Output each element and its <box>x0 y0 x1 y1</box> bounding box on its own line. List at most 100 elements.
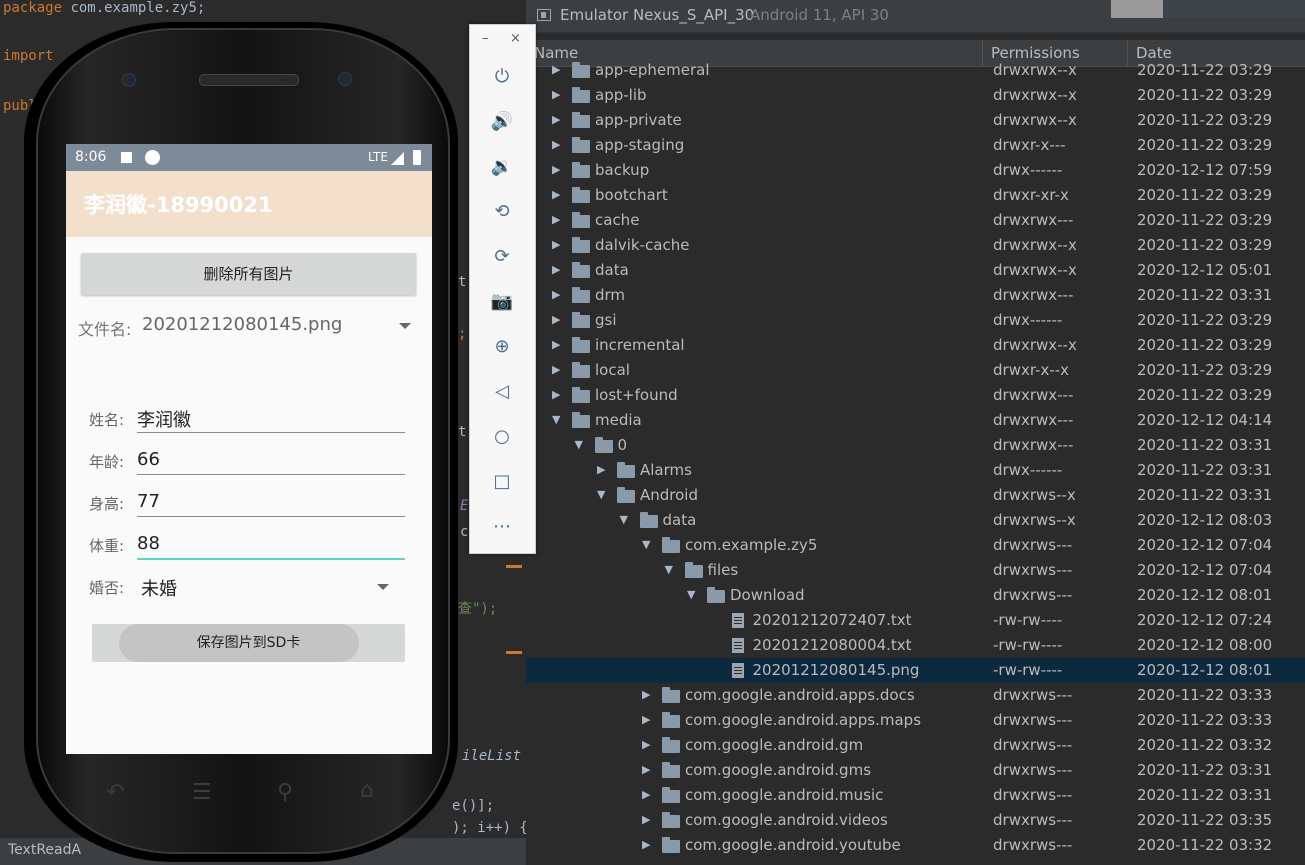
expand-arrow-icon[interactable]: ▶ <box>642 838 650 851</box>
search-key-icon[interactable]: ⚲ <box>277 780 293 805</box>
folder-row[interactable]: ▶ app-lib drwxrwx--x 2020-11-22 03:29 <box>526 83 1305 108</box>
age-input[interactable]: 66 <box>137 449 160 470</box>
expand-arrow-icon[interactable]: ▶ <box>552 163 560 176</box>
folder-row[interactable]: ▼ data drwxrws--x 2020-12-12 08:03 <box>526 508 1305 533</box>
power-icon[interactable]: ⏻ <box>490 65 514 89</box>
expand-arrow-icon[interactable]: ▶ <box>552 338 560 351</box>
folder-row[interactable]: ▼ com.example.zy5 drwxrws--- 2020-12-12 07:… <box>526 533 1305 558</box>
folder-row[interactable]: ▶ lost+found drwxrwx--- 2020-11-22 03:29 <box>526 383 1305 408</box>
folder-row[interactable]: ▶ com.google.android.gm drwxrws--- 2020-11-… <box>526 733 1305 758</box>
file-name: app-ephemeral <box>595 61 710 79</box>
expand-arrow-icon[interactable]: ▶ <box>597 463 605 476</box>
signal-icon <box>391 152 404 165</box>
earpiece-speaker <box>199 74 299 86</box>
rotate-right-icon[interactable]: ⟳ <box>490 245 514 269</box>
folder-row[interactable]: ▶ app-private drwxrwx--x 2020-11-22 03:29 <box>526 108 1305 133</box>
expand-arrow-icon[interactable]: ▶ <box>552 138 560 151</box>
expand-arrow-icon[interactable]: ▶ <box>642 788 650 801</box>
expand-arrow-icon[interactable]: ▶ <box>642 688 650 701</box>
collapse-arrow-icon[interactable]: ▼ <box>665 563 673 576</box>
input-underline-focused <box>137 558 405 560</box>
folder-row[interactable]: ▶ backup drwx------ 2020-12-12 07:59 <box>526 158 1305 183</box>
expand-arrow-icon[interactable]: ▶ <box>552 88 560 101</box>
file-date: 2020-11-22 03:31 <box>1137 761 1273 779</box>
folder-row[interactable]: ▶ data drwxrwx--x 2020-12-12 05:01 <box>526 258 1305 283</box>
expand-arrow-icon[interactable]: ▶ <box>642 713 650 726</box>
rotate-left-icon[interactable]: ⟲ <box>490 200 514 224</box>
back-key-icon[interactable]: ↶ <box>106 780 124 805</box>
notification-icon <box>145 150 160 165</box>
expand-arrow-icon[interactable]: ▶ <box>552 313 560 326</box>
folder-row[interactable]: ▼ media drwxrwx--- 2020-12-12 04:14 <box>526 408 1305 433</box>
file-date: 2020-11-22 03:29 <box>1137 61 1273 79</box>
home-key-icon[interactable]: ⌂ <box>360 778 374 803</box>
folder-row[interactable]: ▶ com.google.android.apps.maps drwxrws--- 2… <box>526 708 1305 733</box>
collapse-arrow-icon[interactable]: ▼ <box>620 513 628 526</box>
collapse-arrow-icon[interactable]: ▼ <box>575 438 583 451</box>
file-name: Alarms <box>640 461 692 479</box>
file-permissions: drwxrws--x <box>993 511 1076 529</box>
weight-label: 体重: <box>89 537 125 555</box>
expand-arrow-icon[interactable]: ▶ <box>552 213 560 226</box>
folder-row[interactable]: ▶ com.google.android.youtube drwxrws--- 202… <box>526 833 1305 858</box>
file-row[interactable]: 20201212080004.txt -rw-rw---- 2020-12-12 0… <box>526 633 1305 658</box>
expand-arrow-icon[interactable]: ▶ <box>552 188 560 201</box>
folder-row[interactable]: ▼ files drwxrws--- 2020-12-12 07:04 <box>526 558 1305 583</box>
folder-row[interactable]: ▶ drm drwxrwx--- 2020-11-22 03:31 <box>526 283 1305 308</box>
expand-arrow-icon[interactable]: ▶ <box>552 238 560 251</box>
file-date: 2020-11-22 03:29 <box>1137 186 1273 204</box>
close-button[interactable]: × <box>510 31 521 46</box>
folder-row[interactable]: ▶ local drwxr-x--x 2020-11-22 03:29 <box>526 358 1305 383</box>
expand-arrow-icon[interactable]: ▶ <box>642 738 650 751</box>
folder-row[interactable]: ▶ bootchart drwxr-xr-x 2020-11-22 03:29 <box>526 183 1305 208</box>
minimize-button[interactable]: – <box>482 31 489 46</box>
overview-icon[interactable]: □ <box>490 470 514 494</box>
folder-row[interactable]: ▼ Download drwxrws--- 2020-12-12 08:01 <box>526 583 1305 608</box>
volume-up-icon[interactable]: 🔊 <box>490 110 514 134</box>
delete-all-images-button[interactable]: 删除所有图片 <box>81 253 416 295</box>
folder-row[interactable]: ▶ incremental drwxrwx--x 2020-11-22 03:29 <box>526 333 1305 358</box>
save-image-to-sd-button[interactable]: 保存图片到SD卡 <box>92 624 405 662</box>
collapse-arrow-icon[interactable]: ▼ <box>552 413 560 426</box>
back-icon[interactable]: ◁ <box>490 380 514 404</box>
collapse-arrow-icon[interactable]: ▼ <box>597 488 605 501</box>
expand-arrow-icon[interactable]: ▶ <box>552 388 560 401</box>
folder-row[interactable]: ▼ Android drwxrws--x 2020-11-22 03:31 <box>526 483 1305 508</box>
folder-icon <box>662 537 680 553</box>
expand-arrow-icon[interactable]: ▶ <box>552 363 560 376</box>
expand-arrow-icon[interactable]: ▶ <box>642 763 650 776</box>
folder-row[interactable]: ▶ com.google.android.videos drwxrws--- 2020… <box>526 808 1305 833</box>
folder-row[interactable]: ▶ dalvik-cache drwxrwx--x 2020-11-22 03:29 <box>526 233 1305 258</box>
expand-arrow-icon[interactable]: ▶ <box>552 288 560 301</box>
folder-row[interactable]: ▶ com.google.android.gms drwxrws--- 2020-11… <box>526 758 1305 783</box>
height-input[interactable]: 77 <box>137 491 160 512</box>
expand-arrow-icon[interactable]: ▶ <box>642 813 650 826</box>
folder-row[interactable]: ▼ 0 drwxrwx--- 2020-11-22 03:31 <box>526 433 1305 458</box>
folder-icon <box>617 487 635 503</box>
home-icon[interactable]: ○ <box>490 425 514 449</box>
expand-arrow-icon[interactable]: ▶ <box>552 113 560 126</box>
file-row[interactable]: 20201212072407.txt -rw-rw---- 2020-12-12 0… <box>526 608 1305 633</box>
folder-row[interactable]: ▶ Alarms drwx------ 2020-11-22 03:31 <box>526 458 1305 483</box>
menu-key-icon[interactable]: ☰ <box>192 780 212 805</box>
name-input[interactable]: 李润徽 <box>137 406 191 432</box>
folder-row[interactable]: ▶ com.google.android.music drwxrws--- 2020-… <box>526 783 1305 808</box>
volume-down-icon[interactable]: 🔉 <box>490 155 514 179</box>
expand-arrow-icon[interactable]: ▶ <box>552 263 560 276</box>
more-icon[interactable]: ⋯ <box>490 515 514 539</box>
collapse-arrow-icon[interactable]: ▼ <box>687 588 695 601</box>
folder-row[interactable]: ▶ app-ephemeral drwxrwx--x 2020-11-22 03:29 <box>526 58 1305 83</box>
camera-icon[interactable]: 📷 <box>490 290 514 314</box>
weight-input[interactable]: 88 <box>137 533 160 554</box>
folder-row[interactable]: ▶ cache drwxrwx--- 2020-11-22 03:29 <box>526 208 1305 233</box>
file-row[interactable]: 20201212080145.png -rw-rw---- 2020-12-12 0… <box>526 658 1305 683</box>
device-selector[interactable]: Emulator Nexus_S_API_30 Android 11, API … <box>526 0 1305 33</box>
collapse-arrow-icon[interactable]: ▼ <box>642 538 650 551</box>
file-name: lost+found <box>595 386 678 404</box>
zoom-icon[interactable]: ⊕ <box>490 335 514 359</box>
folder-row[interactable]: ▶ gsi drwx------ 2020-11-22 03:29 <box>526 308 1305 333</box>
folder-row[interactable]: ▶ app-staging drwxr-x--- 2020-11-22 03:29 <box>526 133 1305 158</box>
expand-arrow-icon[interactable]: ▶ <box>552 63 560 76</box>
folder-row[interactable]: ▶ com.google.android.apps.docs drwxrws--- 2… <box>526 683 1305 708</box>
file-name: com.google.android.youtube <box>685 836 901 854</box>
